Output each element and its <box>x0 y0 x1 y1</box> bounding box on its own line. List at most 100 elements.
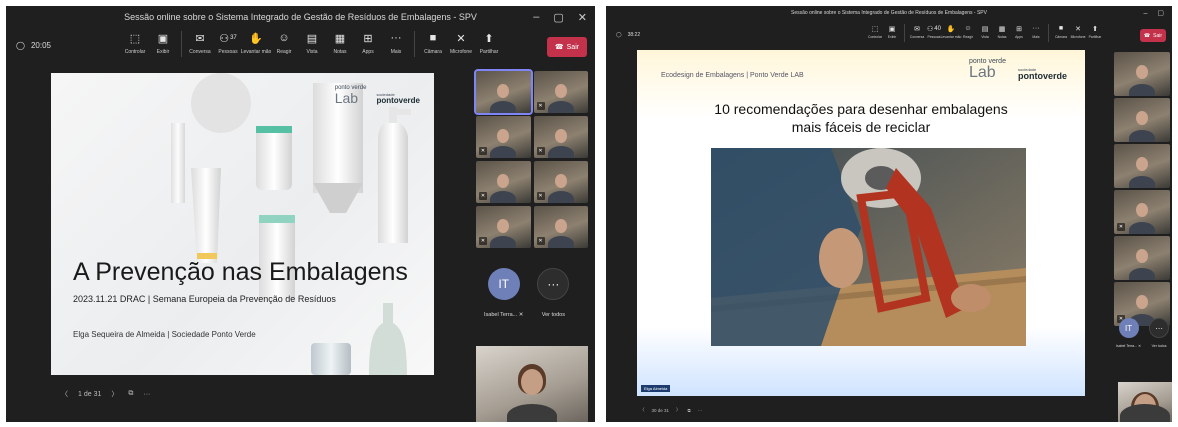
leave-button[interactable]: ☎ Sair <box>547 37 587 57</box>
toolbar-separator <box>181 31 182 57</box>
toolbar-button-view[interactable]: ▣ Exibir <box>151 31 175 57</box>
toolbar-button-raise-hand[interactable]: ✋ Levantar mão <box>241 31 272 57</box>
toolbar-button-share[interactable]: ⬆ Partilhar <box>477 31 501 57</box>
chat-icon: ✉ <box>195 32 205 45</box>
close-icon[interactable]: ✕ <box>578 11 587 24</box>
participant-avatar[interactable]: IT Isabel Terra... ✕ <box>1116 318 1141 348</box>
toolbar-button-label: Conversa <box>909 35 925 39</box>
toolbar-button-control[interactable]: ⬚ Controlar <box>868 24 882 42</box>
toolbar-button-notes[interactable]: ▦ Notas <box>328 31 352 57</box>
more-icon: ··· <box>1149 318 1170 338</box>
participant-video-tile[interactable]: ✕ <box>476 116 531 158</box>
toolbar-separator <box>414 31 415 57</box>
toolbar-button-share[interactable]: ⬆ Partilhar <box>1088 24 1102 42</box>
view-all-button[interactable]: ··· Ver todos <box>1149 318 1170 348</box>
mic-off-icon: ✕ <box>479 237 487 245</box>
participant-video-tile[interactable] <box>474 69 533 115</box>
participant-video-tile[interactable]: ✕ <box>533 116 588 158</box>
participant-overflow: IT Isabel Terra... ✕ ··· Ver todos <box>484 268 570 318</box>
phone-hangup-icon: ☎ <box>554 44 564 51</box>
toolbar-button-raise-hand[interactable]: ✋ Levantar mão <box>941 24 962 42</box>
participant-video-tile[interactable] <box>1114 144 1170 188</box>
page-indicator: 30 de 31 <box>651 407 670 413</box>
teams-meeting-window-1: Sessão online sobre o Sistema Integrado … <box>6 6 595 422</box>
camera-icon: ■ <box>429 32 437 44</box>
toolbar-button-mic-off[interactable]: ✕ Microfone <box>449 31 473 57</box>
avatar-initials: IT <box>487 268 520 300</box>
leave-button[interactable]: ☎ Sair <box>1140 29 1166 42</box>
toolbar-button-label: Mais <box>1032 35 1040 39</box>
mic-off-icon: ✕ <box>1138 344 1142 348</box>
participant-video-tile[interactable]: ✕ <box>476 161 531 203</box>
participant-video-tile[interactable]: ✕ <box>533 161 588 203</box>
chevron-right-icon[interactable]: 〉 <box>111 389 118 399</box>
avatar-initials: IT <box>1118 318 1139 338</box>
chevron-left-icon[interactable]: 〈 <box>61 389 68 399</box>
participant-video-tile[interactable]: ✕ <box>533 206 588 248</box>
chevron-right-icon[interactable]: 〉 <box>676 407 681 413</box>
shield-icon: ◯ <box>16 41 25 50</box>
maximize-icon[interactable]: ▢ <box>553 11 563 24</box>
sync-slides-icon[interactable]: ⧉ <box>688 408 691 413</box>
toolbar-button-label: Pessoas <box>927 35 941 39</box>
participant-gallery: ✕ ✕ ✕ ✕ ✕ ✕ ✕ <box>474 69 588 248</box>
toolbar-button-mic-off[interactable]: ✕ Microfone <box>1071 24 1086 42</box>
toolbar-button-notes[interactable]: ▦ Notas <box>995 24 1009 42</box>
toolbar-button-view-layout[interactable]: ▤ Vista <box>978 24 992 42</box>
people-icon: ⚇ 37 <box>219 32 237 45</box>
toolbar-button-more[interactable]: ··· Mais <box>384 31 408 57</box>
slide-navigation: 〈 1 de 31 〉 ⧉ ··· <box>61 389 150 399</box>
toolbar-button-label: Levantar mão <box>940 35 962 39</box>
toolbar-button-label: Exibir <box>156 49 170 55</box>
view-all-button[interactable]: ··· Ver todos <box>537 268 570 318</box>
apps-icon: ⊞ <box>1016 25 1022 33</box>
toolbar-button-control[interactable]: ⬚ Controlar <box>123 31 147 57</box>
shield-icon: ◯ <box>616 32 622 38</box>
toolbar-button-view[interactable]: ▣ Exibir <box>885 24 899 42</box>
participant-video-tile[interactable] <box>1114 98 1170 142</box>
toolbar-button-apps[interactable]: ⊞ Apps <box>1012 24 1026 42</box>
pontoverde-logo: pontoverde <box>376 96 420 105</box>
mic-off-icon: ✕ <box>479 147 487 155</box>
apps-icon: ⊞ <box>363 32 373 45</box>
toolbar-button-camera[interactable]: ■ Câmara <box>1054 24 1068 42</box>
mic-off-icon: ✕ <box>1117 223 1125 231</box>
toolbar-button-people[interactable]: ⚇ 37 Pessoas <box>216 31 240 57</box>
mic-off-icon: ✕ <box>456 32 466 45</box>
participant-video-tile[interactable]: ✕ <box>1114 190 1170 234</box>
chevron-left-icon[interactable]: 〈 <box>640 407 645 413</box>
more-icon[interactable]: ··· <box>698 408 703 413</box>
toolbar-button-react[interactable]: ☺ Reagir <box>272 31 296 57</box>
more-icon[interactable]: ··· <box>143 391 150 398</box>
notes-icon: ▦ <box>998 25 1006 33</box>
slide-title: A Prevenção nas Embalagens <box>73 258 408 286</box>
toolbar-button-chat[interactable]: ✉ Conversa <box>909 24 925 42</box>
mic-off-icon: ✕ <box>536 192 545 200</box>
minimize-icon[interactable]: – <box>533 11 539 23</box>
toolbar-button-chat[interactable]: ✉ Conversa <box>188 31 212 57</box>
maximize-icon[interactable]: ▢ <box>1157 9 1164 17</box>
toolbar-button-people[interactable]: ⚇ 40 Pessoas <box>927 24 941 42</box>
self-video-preview[interactable] <box>476 346 588 422</box>
raise-hand-icon: ✋ <box>946 25 956 33</box>
participant-video-tile[interactable] <box>1114 236 1170 280</box>
toolbar-button-camera[interactable]: ■ Câmara <box>421 31 445 57</box>
participant-avatar[interactable]: IT Isabel Terra... ✕ <box>484 268 523 318</box>
participant-video-tile[interactable]: ✕ <box>476 206 531 248</box>
teams-meeting-window-2: Sessão online sobre o Sistema Integrado … <box>606 6 1172 422</box>
toolbar-button-view-layout[interactable]: ▤ Vista <box>300 31 324 57</box>
lab-logo: Lab <box>334 90 359 106</box>
toolbar-button-react[interactable]: ☺ Reagir <box>961 24 975 42</box>
self-video-preview[interactable] <box>1118 382 1172 422</box>
participant-video-tile[interactable]: ✕ <box>533 71 588 113</box>
toolbar-button-apps[interactable]: ⊞ Apps <box>356 31 380 57</box>
notes-icon: ▦ <box>334 32 346 45</box>
share-icon: ⬆ <box>484 32 494 45</box>
view-layout-icon: ▤ <box>981 25 989 33</box>
minimize-icon[interactable]: – <box>1143 10 1147 17</box>
sync-slides-icon[interactable]: ⧉ <box>128 390 133 398</box>
toolbar-button-more[interactable]: ··· Mais <box>1029 24 1043 42</box>
chat-icon: ✉ <box>914 25 920 33</box>
participant-video-tile[interactable] <box>1114 52 1170 96</box>
shared-slide: ponto verde Lab sociedade pontoverde A P… <box>51 73 434 375</box>
